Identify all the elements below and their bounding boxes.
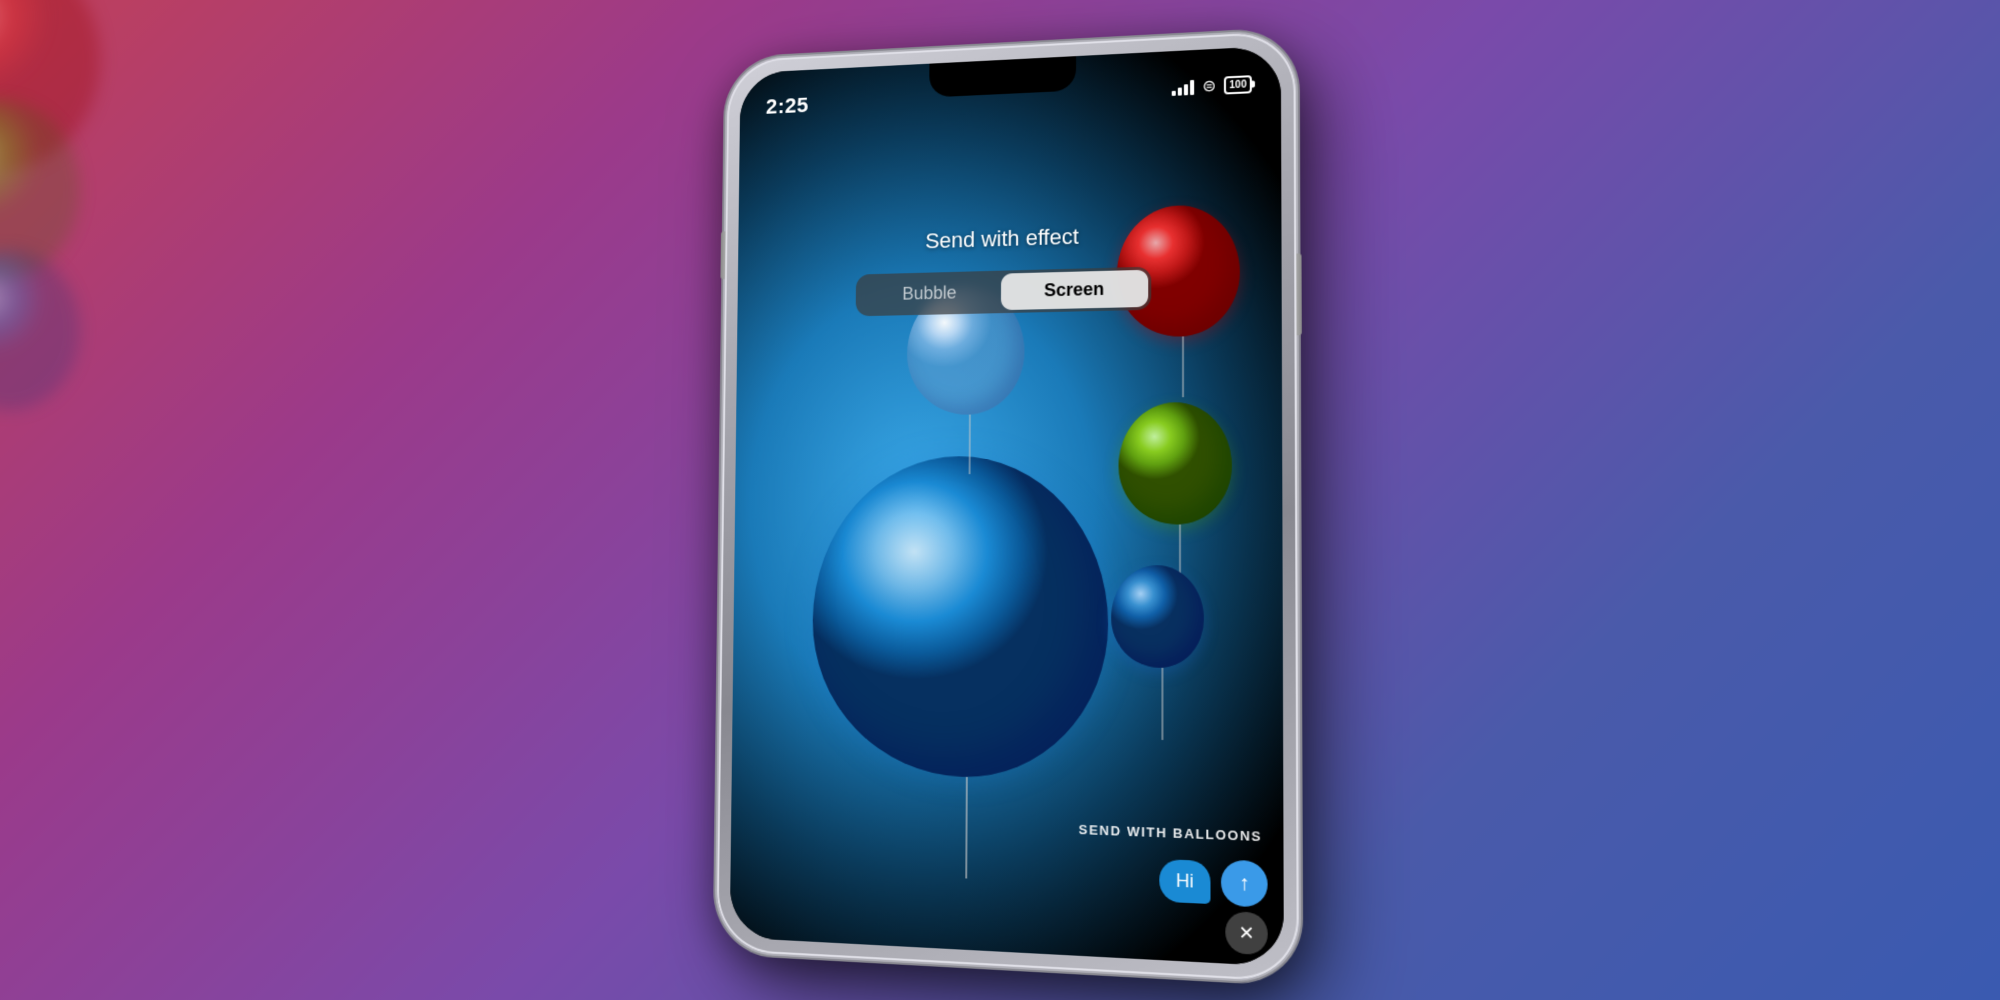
send-button[interactable]: ↑ — [1221, 859, 1268, 907]
phone-mockup: 2:25 ⊜ 100 — [716, 31, 1299, 983]
screen-tab[interactable]: Screen — [1001, 270, 1148, 310]
bg-balloon-red — [0, 0, 100, 170]
balloon-green — [1118, 402, 1242, 556]
message-bubble: Hi — [1159, 858, 1210, 903]
bg-balloon-blue — [0, 250, 80, 410]
bg-balloon-green — [0, 100, 80, 280]
balloon-red-string — [1182, 336, 1184, 397]
signal-bar-3 — [1184, 84, 1188, 95]
balloon-large-body — [811, 456, 1108, 782]
battery-icon: 100 — [1224, 75, 1252, 94]
volume-button — [720, 231, 725, 279]
balloon-blue-small-string — [1162, 668, 1164, 740]
balloon-green-body — [1118, 402, 1232, 525]
bubble-tab[interactable]: Bubble — [859, 274, 1002, 314]
status-icons: ⊜ 100 — [1172, 74, 1252, 98]
wifi-icon: ⊜ — [1202, 76, 1216, 97]
signal-bar-4 — [1190, 80, 1194, 95]
effect-toggle[interactable]: Bubble Screen — [856, 267, 1152, 317]
phone-frame: 2:25 ⊜ 100 — [716, 31, 1299, 983]
balloon-large-blue — [811, 455, 1129, 833]
status-time: 2:25 — [766, 93, 809, 120]
phone-screen: 2:25 ⊜ 100 — [730, 46, 1284, 967]
balloon-blue-small — [1111, 565, 1214, 700]
balloon-blue-small-body — [1111, 565, 1204, 669]
signal-bar-1 — [1172, 91, 1176, 96]
signal-icon — [1172, 79, 1194, 96]
phone-notch — [929, 56, 1076, 97]
signal-bar-2 — [1178, 88, 1182, 96]
power-button — [1296, 253, 1302, 335]
